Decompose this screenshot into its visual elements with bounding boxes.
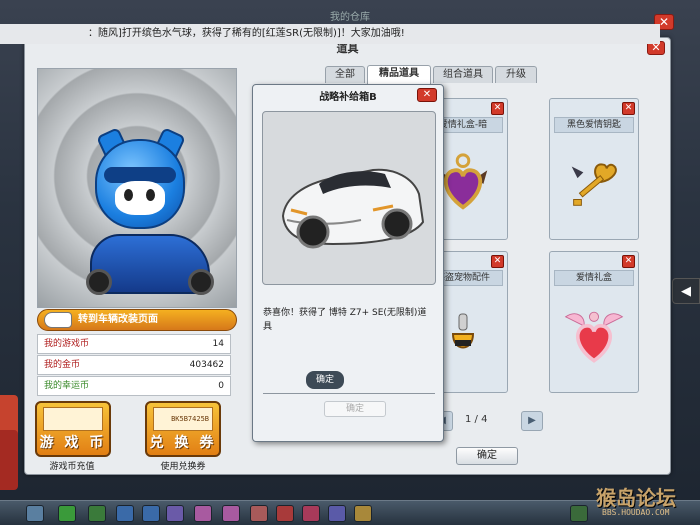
tab-combo-items[interactable]: 组合道具 [433, 66, 493, 83]
item-name: 黑色爱情钥匙 [554, 117, 634, 133]
barcode-icon: BK5B7425B [153, 407, 213, 431]
rank-icon[interactable] [302, 505, 320, 522]
mail-icon[interactable] [250, 505, 268, 522]
game-toolbar [0, 500, 700, 525]
tab-premium-items[interactable]: 精品道具 [367, 65, 431, 84]
chat-icon[interactable] [328, 505, 346, 522]
reward-car-image [262, 111, 436, 285]
popup-ok-button[interactable]: 确定 [324, 401, 386, 417]
remove-icon[interactable]: ✕ [622, 102, 635, 115]
heart-key-icon [562, 143, 626, 223]
goto-kart-mod-button[interactable]: 转到车辆改装页面 [37, 309, 237, 331]
goto-kart-mod-label: 转到车辆改装页面 [78, 314, 158, 325]
remove-icon[interactable]: ✕ [491, 255, 504, 268]
kart-wheel [188, 269, 214, 295]
team-icon[interactable] [166, 505, 184, 522]
game-coin-label: 游 戏 币 [39, 435, 107, 451]
system-message: ：随风]打开缤色水气球，获得了稀有的[红莲SR(无限制)]！大家加油哦! [88, 28, 405, 39]
pager-next-button[interactable]: ▶ [521, 411, 543, 431]
stat-gold-coin: 我的金币 403462 [37, 355, 231, 375]
home-icon[interactable] [116, 505, 134, 522]
scene-decoration [0, 430, 18, 490]
menu-icon[interactable] [26, 505, 44, 522]
game-coin-recharge-button[interactable]: 游 戏 币 [35, 401, 111, 457]
winged-heart-box-icon [562, 296, 626, 376]
reward-popup: 战略补给箱B ✕ 恭喜你！获得了 博特 Z7+ SE(无限制)道具 确定 [252, 84, 444, 442]
voucher-caption: 使用兑换券 [160, 462, 206, 472]
gift-icon[interactable] [194, 505, 212, 522]
voucher-label: 兑 换 券 [149, 435, 217, 451]
stat-value: 14 [212, 339, 224, 349]
back-icon[interactable] [58, 505, 76, 522]
background-window-title: 我的仓库 [330, 12, 370, 23]
stat-label: 我的金币 [44, 360, 81, 370]
side-collapse-icon[interactable]: ◀ [672, 278, 700, 304]
item-name: 爱情礼盒 [554, 270, 634, 286]
popup-close-button[interactable]: ✕ [417, 88, 437, 102]
list-icon[interactable] [570, 505, 588, 522]
popup-title: 战略补给箱B [319, 92, 377, 103]
book-icon[interactable] [276, 505, 294, 522]
ok-tooltip: 确定 [306, 371, 344, 389]
popup-divider [263, 393, 435, 394]
stat-value: 0 [218, 381, 224, 391]
forum-watermark: 猴岛论坛 [596, 486, 676, 510]
character-eye [146, 189, 155, 201]
pager-text: 1 / 4 [465, 414, 488, 425]
coin-arrow-icon [43, 407, 103, 431]
character-face [115, 181, 165, 215]
popup-message: 恭喜你！获得了 博特 Z7+ SE(无限制)道具 [263, 308, 427, 332]
forum-watermark-url: BBS.HOUDAO.COM [602, 508, 670, 517]
game-coin-caption: 游戏币充值 [49, 462, 95, 472]
stat-label: 我的幸运币 [44, 381, 90, 391]
voucher-button[interactable]: BK5B7425B 兑 换 券 [145, 401, 221, 457]
item-card[interactable]: ✕ 黑色爱情钥匙 [549, 98, 639, 240]
pointing-hand-icon [44, 312, 72, 328]
stat-game-coin: 我的游戏币 14 [37, 334, 231, 354]
system-broadcast-bar: ：随风]打开缤色水气球，获得了稀有的[红莲SR(无限制)]！大家加油哦! [0, 24, 660, 44]
item-card[interactable]: ✕ 爱情礼盒 [549, 251, 639, 393]
remove-icon[interactable]: ✕ [491, 102, 504, 115]
settings-icon[interactable] [354, 505, 372, 522]
remove-icon[interactable]: ✕ [622, 255, 635, 268]
voucher-code: BK5B7425B [171, 415, 209, 423]
stat-label: 我的游戏币 [44, 339, 90, 349]
shop-icon[interactable] [88, 505, 106, 522]
character-eye [124, 189, 133, 201]
stat-value: 403462 [189, 360, 224, 370]
tab-upgrade[interactable]: 升级 [495, 66, 537, 83]
stat-lucky-coin: 我的幸运币 0 [37, 376, 231, 396]
friends-icon[interactable] [222, 505, 240, 522]
confirm-button[interactable]: 确定 [456, 447, 518, 465]
character-preview [37, 68, 237, 308]
tool-icon[interactable] [142, 505, 160, 522]
kart-wheel [86, 269, 112, 295]
tab-all[interactable]: 全部 [325, 66, 365, 83]
